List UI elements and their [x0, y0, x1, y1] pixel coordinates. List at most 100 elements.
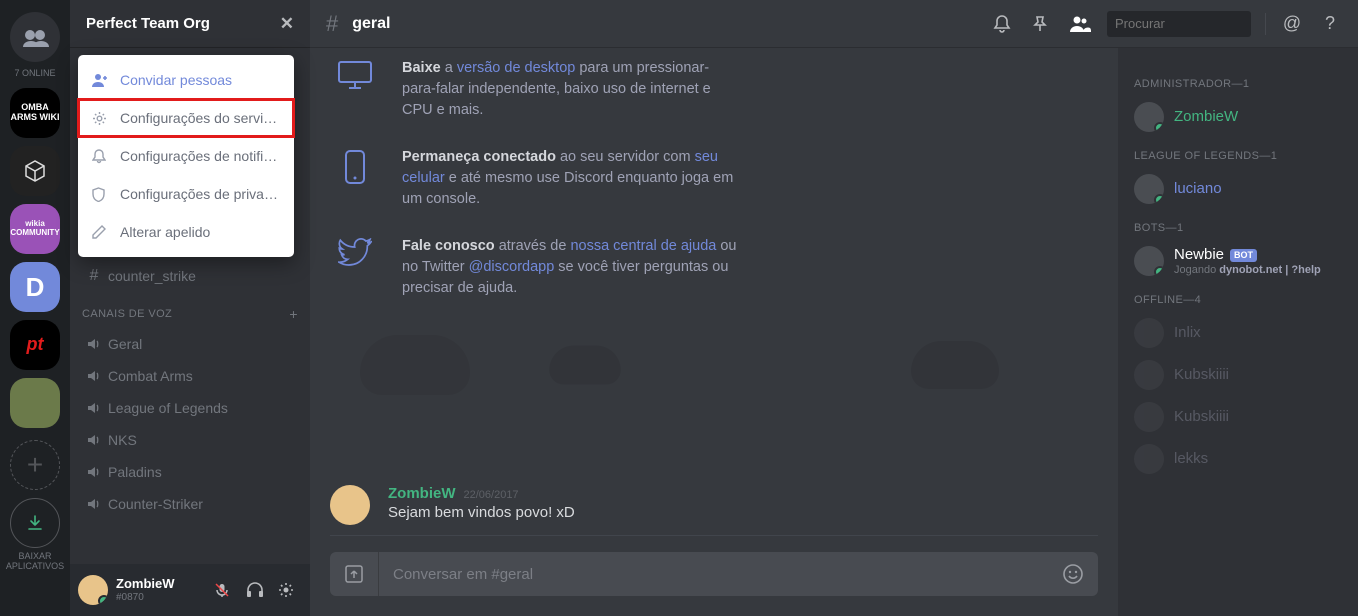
member-name: ZombieW [1174, 108, 1238, 125]
member-zombiew[interactable]: ZombieW [1126, 96, 1350, 138]
decorative-blobs [330, 325, 1098, 395]
member-name: lekks [1174, 450, 1208, 467]
chat-input-placeholder: Conversar em #geral [393, 566, 1048, 583]
member-name: Inlix [1174, 324, 1201, 341]
member-lekks[interactable]: lekks [1126, 438, 1350, 480]
self-avatar[interactable] [78, 575, 108, 605]
message-avatar[interactable] [330, 485, 370, 525]
member-inlix[interactable]: Inlix [1126, 312, 1350, 354]
guild-column: 7 ONLINE OMBA ARMS WIKI wikia COMMUNITY … [0, 0, 70, 616]
member-kubskiiii[interactable]: Kubskiiii [1126, 396, 1350, 438]
voice-category-header[interactable]: CANAIS DE VOZ + [82, 306, 298, 322]
member-luciano[interactable]: luciano [1126, 168, 1350, 210]
guild-game[interactable] [10, 378, 60, 428]
channel-title: geral [352, 15, 390, 33]
server-name: Perfect Team Org [86, 15, 210, 32]
user-panel: ZombieW #0870 [70, 564, 310, 616]
deafen-icon[interactable] [246, 582, 270, 598]
channel-label: Counter-Striker [108, 496, 203, 512]
member-avatar [1134, 174, 1164, 204]
guild-loot[interactable] [10, 146, 60, 196]
mentions-icon[interactable]: @ [1280, 13, 1304, 34]
emoji-picker-icon[interactable] [1062, 563, 1084, 585]
user-settings-icon[interactable] [278, 582, 302, 598]
member-avatar [1134, 360, 1164, 390]
speaker-icon [86, 337, 102, 351]
message-content: Sejam bem vindos povo! xD [388, 504, 575, 521]
speaker-icon [86, 433, 102, 447]
voice-channel-counter-striker[interactable]: Counter-Striker [78, 488, 302, 520]
download-apps-label: BAIXAR APLICATIVOS [0, 552, 70, 572]
speaker-icon [86, 465, 102, 479]
server-menu: Convidar pessoas Configurações do servi…… [78, 55, 294, 257]
desktop-link[interactable]: versão de desktop [457, 60, 576, 76]
phone-icon [330, 147, 380, 210]
add-server-button[interactable]: + [10, 440, 60, 490]
member-name: luciano [1174, 180, 1222, 197]
add-voice-channel-icon[interactable]: + [289, 306, 298, 322]
welcome-block: Baixe a versão de desktop para um pressi… [310, 48, 1118, 475]
voice-channel-league-of-legends[interactable]: League of Legends [78, 392, 302, 424]
member-name: Newbie [1174, 246, 1224, 263]
message: ZombieW 22/06/2017 Sejam bem vindos povo… [310, 475, 1118, 535]
voice-channel-combat-arms[interactable]: Combat Arms [78, 360, 302, 392]
monitor-icon [330, 58, 380, 121]
voice-channel-paladins[interactable]: Paladins [78, 456, 302, 488]
message-author[interactable]: ZombieW [388, 485, 456, 502]
guild-pt[interactable]: pt [10, 320, 60, 370]
home-guild-icon[interactable] [10, 12, 60, 62]
pin-icon[interactable] [1031, 15, 1055, 33]
member-group-header: BOTS—1 [1126, 222, 1350, 234]
help-center-link[interactable]: nossa central de ajuda [570, 238, 716, 254]
download-apps-button[interactable] [10, 498, 60, 548]
menu-server-settings[interactable]: Configurações do servi… [78, 99, 294, 137]
twitter-link[interactable]: @discordapp [469, 259, 555, 275]
gear-icon [92, 111, 108, 126]
speaker-icon [86, 369, 102, 383]
menu-change-nickname[interactable]: Alterar apelido [78, 213, 294, 251]
guild-omba[interactable]: OMBA ARMS WIKI [10, 88, 60, 138]
close-server-menu-icon[interactable]: ✕ [280, 14, 294, 34]
member-list-icon[interactable] [1069, 15, 1093, 33]
invite-icon [92, 73, 108, 87]
member-activity: Jogando dynobot.net | ?help [1174, 264, 1321, 276]
voice-channel-nks[interactable]: NKS [78, 424, 302, 456]
mute-icon[interactable] [214, 582, 238, 598]
channel-label: NKS [108, 432, 137, 448]
shield-icon [92, 187, 108, 202]
bot-tag: BOT [1230, 249, 1257, 261]
member-avatar [1134, 246, 1164, 276]
pencil-icon [92, 225, 108, 239]
menu-invite[interactable]: Convidar pessoas [78, 61, 294, 99]
member-avatar [1134, 102, 1164, 132]
member-newbie[interactable]: Newbie BOT Jogando dynobot.net | ?help [1126, 240, 1350, 282]
help-icon[interactable]: ? [1318, 13, 1342, 34]
voice-channel-geral[interactable]: Geral [78, 328, 302, 360]
main-column: # geral @ ? Baixe [310, 0, 1358, 616]
member-group-header: ADMINISTRADOR—1 [1126, 78, 1350, 90]
text-channel-counter-strike[interactable]: # counter_strike [78, 260, 302, 292]
member-name: Kubskiiii [1174, 408, 1229, 425]
search-box[interactable] [1107, 11, 1251, 37]
member-avatar [1134, 402, 1164, 432]
menu-privacy-settings[interactable]: Configurações de priva… [78, 175, 294, 213]
channel-label: Geral [108, 336, 142, 352]
chat-input[interactable]: Conversar em #geral [330, 552, 1098, 596]
channel-label: Paladins [108, 464, 162, 480]
guild-discord[interactable]: D [10, 262, 60, 312]
member-kubskiiii[interactable]: Kubskiiii [1126, 354, 1350, 396]
channel-topbar: # geral @ ? [310, 0, 1358, 48]
speaker-icon [86, 497, 102, 511]
server-header[interactable]: Perfect Team Org ✕ [70, 0, 310, 48]
member-list: ADMINISTRADOR—1ZombieWLEAGUE OF LEGENDS—… [1118, 48, 1358, 616]
twitter-icon [330, 236, 380, 299]
speaker-icon [86, 401, 102, 415]
menu-notification-settings[interactable]: Configurações de notifi… [78, 137, 294, 175]
notifications-icon[interactable] [993, 14, 1017, 34]
guild-wikia[interactable]: wikia COMMUNITY [10, 204, 60, 254]
member-avatar [1134, 318, 1164, 348]
bell-icon [92, 149, 108, 164]
upload-icon[interactable] [344, 552, 379, 596]
message-timestamp: 22/06/2017 [464, 489, 519, 501]
hash-icon: # [326, 11, 338, 37]
